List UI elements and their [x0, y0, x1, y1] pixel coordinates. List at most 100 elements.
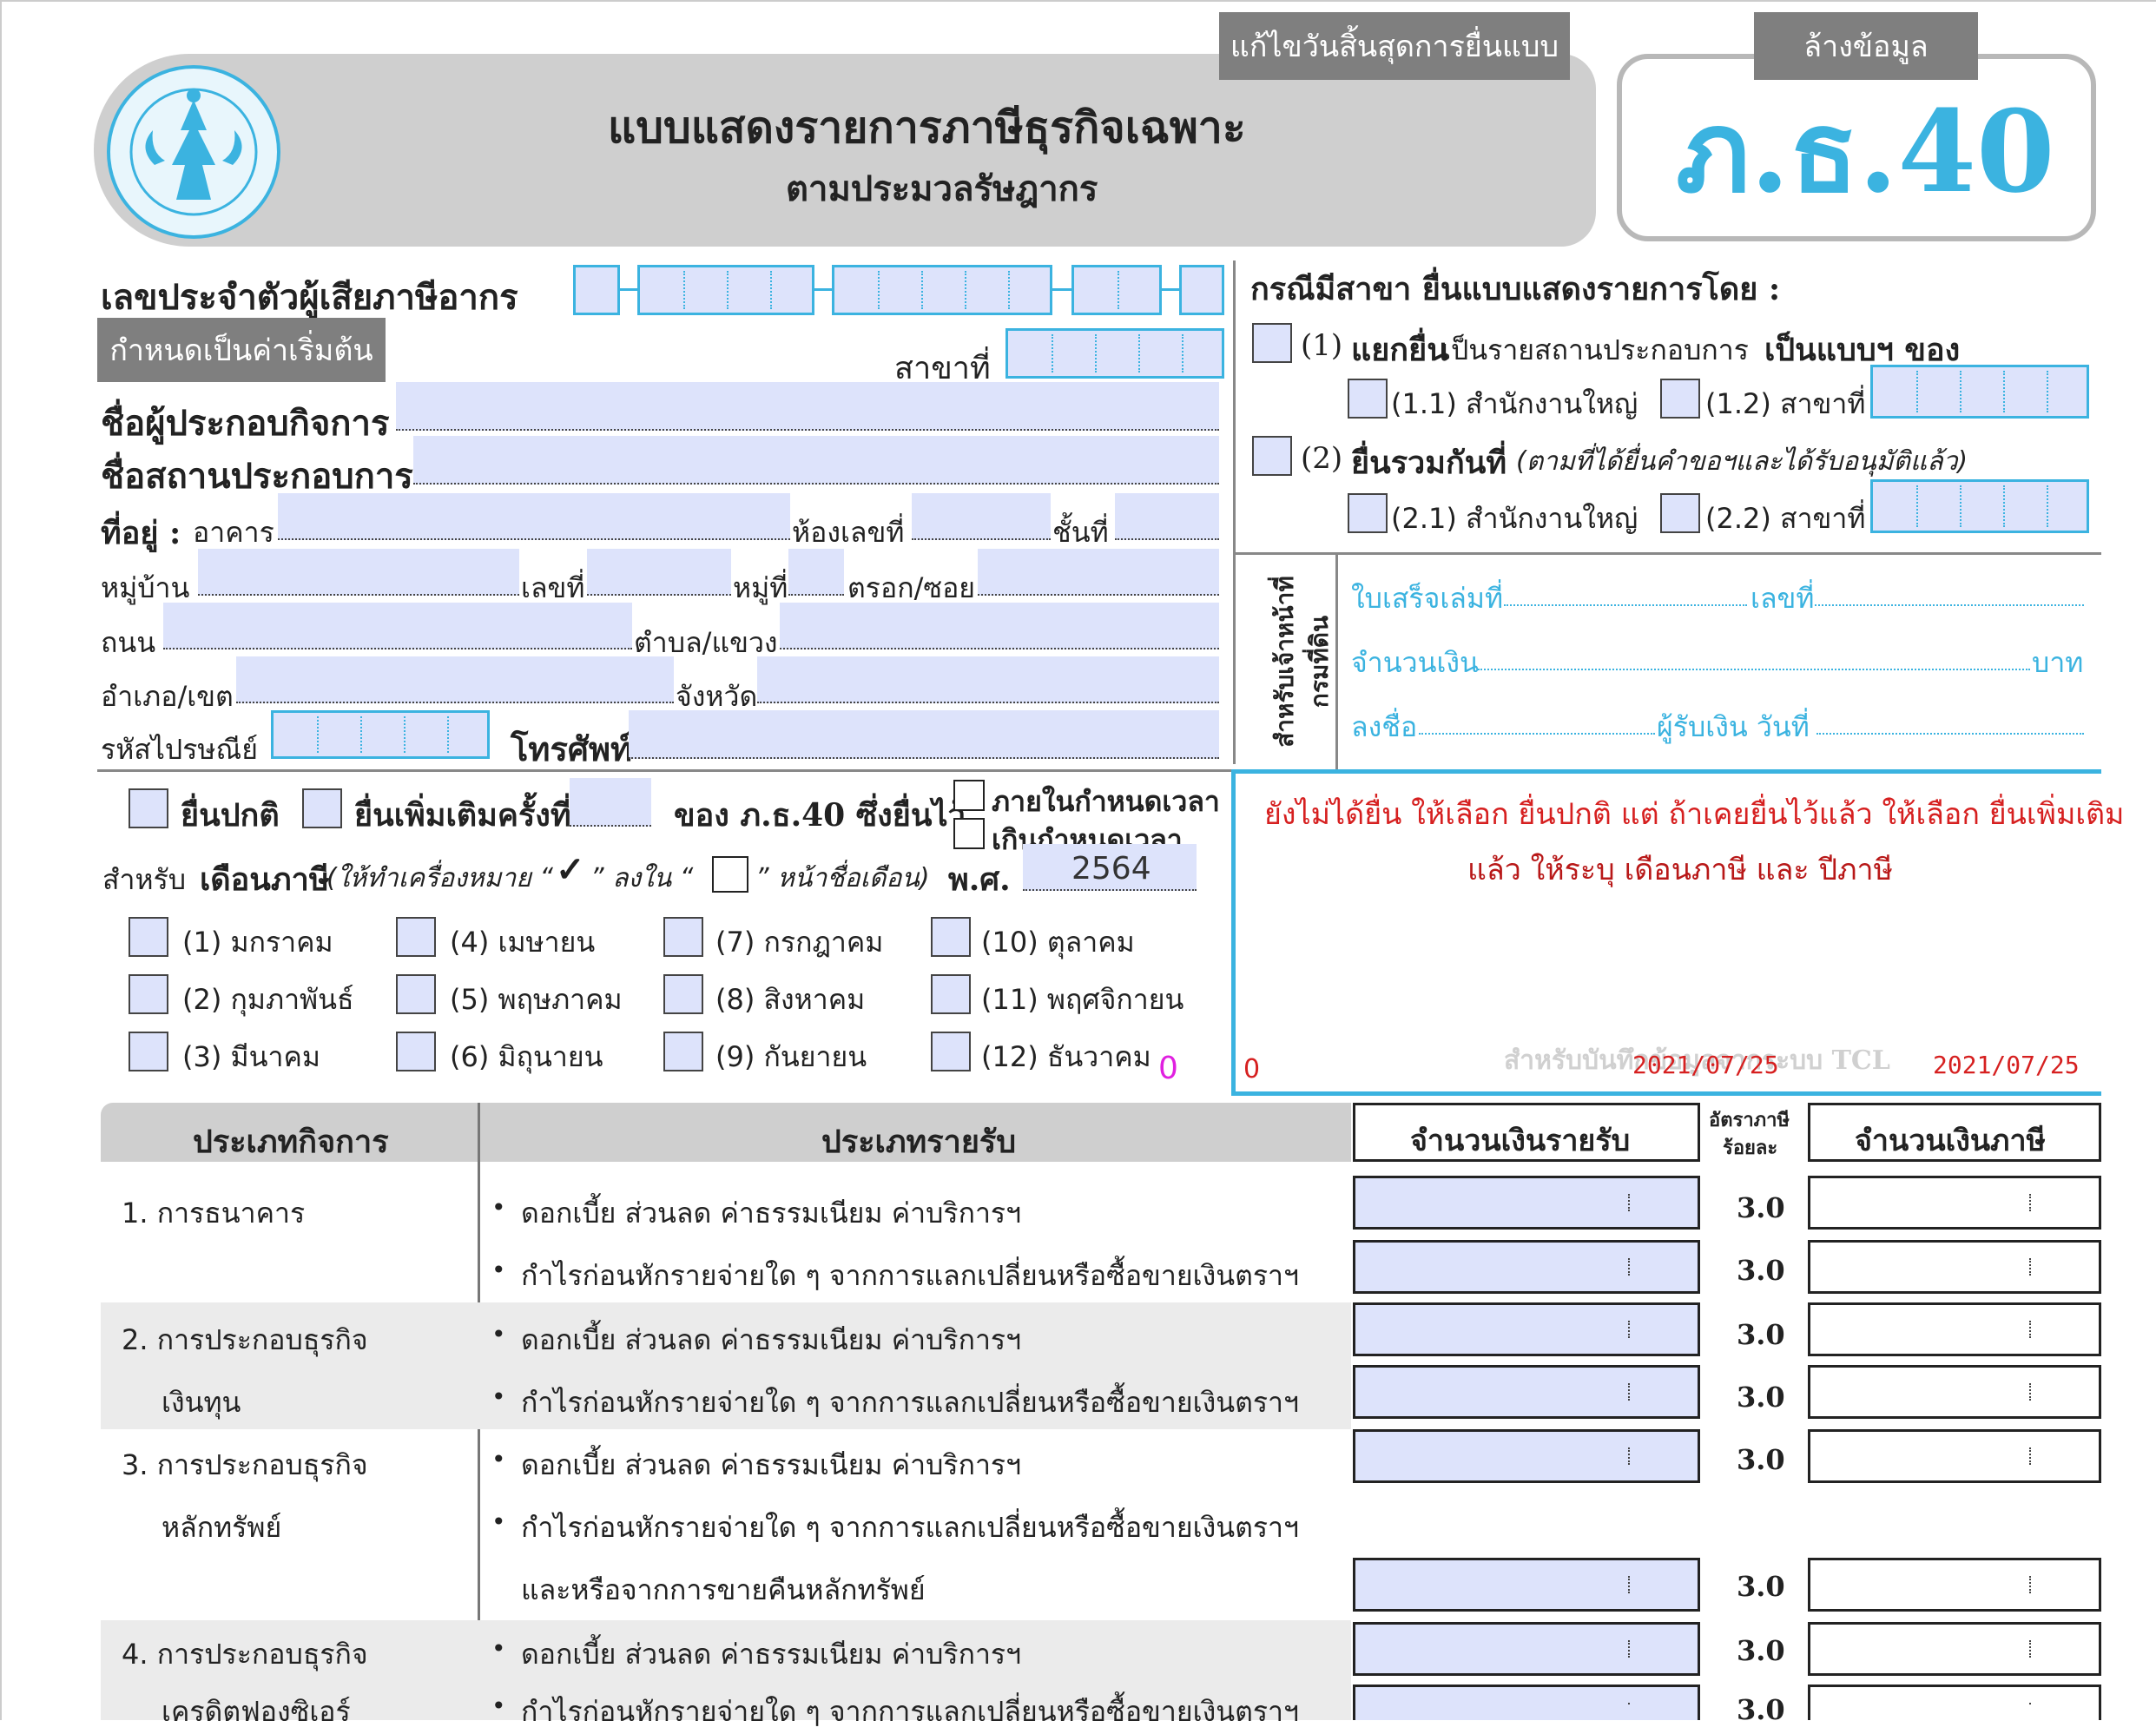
opt21-checkbox[interactable] — [1348, 493, 1388, 533]
branch-no-input[interactable] — [1005, 328, 1224, 379]
amount-input-1b[interactable] — [1353, 1240, 1700, 1294]
amount-input-2b[interactable] — [1353, 1365, 1700, 1419]
building-input[interactable] — [278, 493, 790, 540]
operator-name-label: ชื่อผู้ประกอบกิจการ — [101, 403, 390, 444]
month-checkbox-1[interactable] — [129, 917, 168, 957]
rate-4a: 3.0 — [1737, 1634, 1785, 1667]
month-checkbox-10[interactable] — [931, 917, 971, 957]
phone-input[interactable] — [629, 710, 1219, 759]
month-label-1: (1) มกราคม — [182, 926, 333, 959]
month-checkbox-2[interactable] — [129, 974, 168, 1014]
month-checkbox-3[interactable] — [129, 1032, 168, 1071]
subdistrict-input[interactable] — [780, 603, 1219, 649]
form-subtitle: ตามประมวลรัษฎากร — [786, 168, 1098, 209]
month-checkbox-7[interactable] — [663, 917, 703, 957]
biz-2-label-2: เงินทุน — [162, 1386, 241, 1419]
month-checkbox-5[interactable] — [396, 974, 436, 1014]
income-3b-label: กำไรก่อนหักรายจ่ายใด ๆ จากการแลกเปลี่ยนห… — [521, 1511, 1299, 1544]
tax-month-label: เดือนภาษี — [200, 861, 330, 898]
biz-1-label: 1. การธนาคาร — [122, 1197, 306, 1230]
amount-input-3a[interactable] — [1353, 1429, 1700, 1483]
month-checkbox-8[interactable] — [663, 974, 703, 1014]
province-input[interactable] — [757, 656, 1219, 703]
business-name-input[interactable] — [413, 436, 1219, 485]
tax-year-value: 2564 — [1071, 851, 1151, 887]
income-2a-label: ดอกเบี้ย ส่วนลด ค่าธรรมเนียม ค่าบริการฯ — [521, 1323, 1022, 1356]
magenta-zero: 0 — [1158, 1051, 1178, 1086]
biz-3-label: 3. การประกอบธุรกิจ — [122, 1448, 368, 1481]
opt2-checkbox[interactable] — [1252, 436, 1292, 476]
officer-amount-label: จำนวนเงิน — [1351, 646, 1479, 679]
tax-month-note-2: ” ลงใน “ — [590, 863, 694, 893]
amount-input-1a[interactable] — [1353, 1176, 1700, 1230]
soi-input[interactable] — [978, 549, 1219, 596]
check-mark-icon: ✓ — [556, 849, 585, 890]
opt1-label-bold: แยกยื่น — [1351, 332, 1448, 368]
normal-filing-label: ยื่นปกติ — [181, 797, 280, 834]
officer-amount-field — [1478, 669, 2030, 670]
month-checkbox-6[interactable] — [396, 1032, 436, 1071]
opt12-branch-input[interactable] — [1870, 365, 2089, 419]
tax-output-1a — [1808, 1176, 2101, 1230]
additional-filing-checkbox[interactable] — [302, 788, 342, 828]
of-form-label: ของ ภ.ธ.40 ซึ่งยื่นไว้ — [674, 797, 966, 834]
month-checkbox-4[interactable] — [396, 917, 436, 957]
rate-2b: 3.0 — [1737, 1381, 1785, 1414]
opt22-checkbox[interactable] — [1660, 493, 1700, 533]
village-input[interactable] — [198, 549, 519, 596]
tax-month-note-1: (ให้ทำเครื่องหมาย “ — [326, 863, 553, 893]
road-input[interactable] — [163, 603, 632, 649]
branch-filing-title: กรณีมีสาขา ยื่นแบบแสดงรายการโดย : — [1250, 271, 1781, 307]
past-deadline-checkbox[interactable] — [953, 818, 985, 849]
moo-input[interactable] — [788, 549, 844, 596]
month-label-12: (12) ธันวาคม — [981, 1040, 1151, 1073]
notice-line-1: ยังไม่ได้ยื่น ให้เลือก ยื่นปกติ แต่ ถ้าเ… — [1264, 797, 2125, 832]
opt22-branch-input[interactable] — [1870, 479, 2089, 533]
normal-filing-checkbox[interactable] — [129, 788, 168, 828]
sample-box-icon — [712, 856, 748, 893]
phone-label: โทรศัพท์ — [511, 729, 633, 768]
district-input[interactable] — [236, 656, 674, 703]
income-3c-label: และหรือจากการขายคืนหลักทรัพย์ — [521, 1573, 926, 1606]
opt12-checkbox[interactable] — [1660, 379, 1700, 419]
month-label-7: (7) กรกฎาคม — [715, 926, 884, 959]
income-1b-label: กำไรก่อนหักรายจ่ายใด ๆ จากการแลกเปลี่ยนห… — [521, 1259, 1299, 1292]
clear-data-button[interactable]: ล้างข้อมูล — [1754, 12, 1978, 80]
postcode-label: รหัสไปรษณีย์ — [101, 733, 258, 766]
col-income-header: ประเภทรายรับ — [821, 1124, 1017, 1160]
month-checkbox-11[interactable] — [931, 974, 971, 1014]
within-deadline-checkbox[interactable] — [953, 780, 985, 811]
amount-input-3b[interactable] — [1353, 1558, 1700, 1612]
form-code: ภ.ธ.40 — [1676, 85, 2055, 218]
additional-filing-count-input[interactable] — [570, 778, 651, 827]
income-4b-label: กำไรก่อนหักรายจ่ายใด ๆ จากการแลกเปลี่ยนห… — [521, 1695, 1299, 1728]
amount-input-4a[interactable] — [1353, 1622, 1700, 1676]
tax-output-3b — [1808, 1558, 2101, 1612]
edit-deadline-button[interactable]: แก้ไขวันสิ้นสุดการยื่นแบบ — [1219, 12, 1570, 80]
opt22-label: (2.2) สาขาที่ — [1705, 502, 1866, 535]
signature-field — [1419, 733, 1655, 735]
house-no-input[interactable] — [587, 549, 731, 596]
month-checkbox-9[interactable] — [663, 1032, 703, 1071]
col-rate-header-2: ร้อยละ — [1723, 1137, 1778, 1159]
opt2-num: (2) — [1301, 441, 1343, 476]
set-default-button[interactable]: กำหนดเป็นค่าเริ่มต้น — [97, 318, 386, 382]
address-label: ที่อยู่ : — [101, 515, 181, 551]
operator-name-input[interactable] — [396, 382, 1219, 431]
col-business-header: ประเภทกิจการ — [193, 1124, 389, 1160]
floor-input[interactable] — [1115, 493, 1219, 540]
month-label-11: (11) พฤศจิกายน — [981, 983, 1184, 1016]
month-label-3: (3) มีนาคม — [182, 1040, 320, 1073]
opt11-checkbox[interactable] — [1348, 379, 1388, 419]
postcode-input[interactable] — [271, 710, 490, 759]
rate-1b: 3.0 — [1737, 1254, 1785, 1287]
month-checkbox-12[interactable] — [931, 1032, 971, 1071]
amount-input-4b[interactable] — [1353, 1685, 1700, 1720]
room-input[interactable] — [912, 493, 1051, 540]
rate-1a: 3.0 — [1737, 1191, 1785, 1224]
income-1a-label: ดอกเบี้ย ส่วนลด ค่าธรรมเนียม ค่าบริการฯ — [521, 1197, 1022, 1230]
amount-input-2a[interactable] — [1353, 1302, 1700, 1356]
opt12-label: (1.2) สาขาที่ — [1705, 387, 1866, 420]
opt1-checkbox[interactable] — [1252, 323, 1292, 363]
signature-label: ลงชื่อ — [1351, 710, 1418, 743]
